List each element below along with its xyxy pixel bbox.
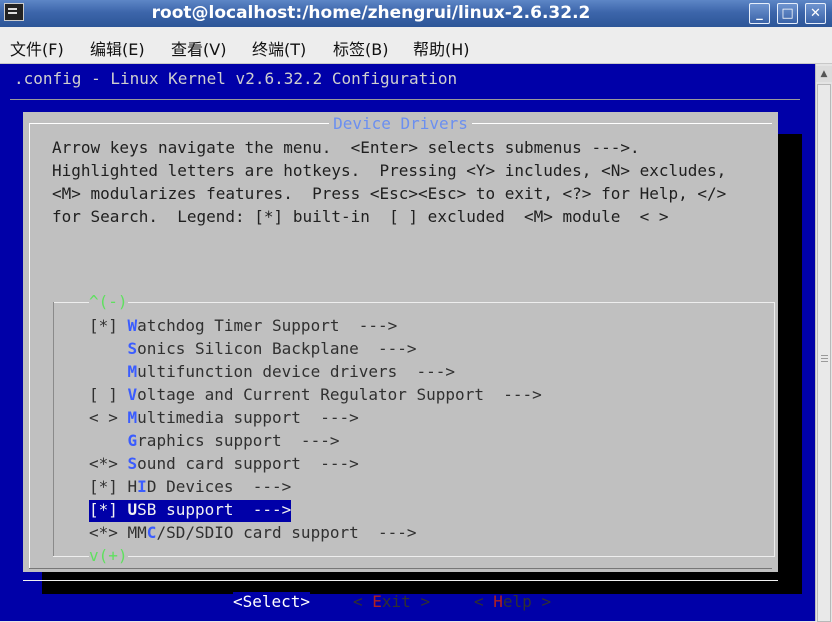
menu-box-border-bottom [53, 556, 775, 557]
menu-item-mmc-sd-sdio[interactable]: <*> MMC/SD/SDIO card support ---> [89, 523, 417, 545]
device-drivers-dialog: Device Drivers Arrow keys navigate the m… [23, 112, 778, 611]
menu-bar: 文件(F) 编辑(E) 查看(V) 终端(T) 标签(B) 帮助(H) [0, 27, 832, 64]
maximize-button[interactable]: □ [777, 3, 798, 24]
menu-view[interactable]: 查看(V) [171, 36, 226, 60]
button-separator [23, 580, 778, 581]
scroll-up-indicator: ^(-) [89, 292, 128, 311]
scroll-down-indicator: v(+) [89, 546, 128, 565]
menu-terminal[interactable]: 终端(T) [252, 36, 306, 60]
terminal-area[interactable]: .config - Linux Kernel v2.6.32.2 Configu… [0, 64, 815, 621]
header-rule [10, 99, 800, 100]
help-button[interactable]: < Help > [474, 592, 551, 611]
help-text-line-2: Highlighted letters are hotkeys. Pressin… [52, 161, 727, 180]
dialog-border-bottom [29, 568, 772, 569]
menu-item-multifunction[interactable]: Multifunction device drivers ---> [89, 362, 456, 384]
menu-item-watchdog[interactable]: [*] Watchdog Timer Support ---> [89, 316, 397, 338]
menu-item-graphics[interactable]: Graphics support ---> [89, 431, 340, 453]
menu-tabs[interactable]: 标签(B) [333, 36, 388, 60]
terminal-scrollbar[interactable]: ▲ [815, 64, 832, 622]
dialog-border-left [29, 123, 30, 568]
scrollbar-thumb[interactable] [817, 84, 831, 622]
help-text-line-3: <M> modularizes features. Press <Esc><Es… [52, 184, 727, 203]
title-bar[interactable]: root@localhost:/home/zhengrui/linux-2.6.… [0, 0, 832, 27]
menu-file[interactable]: 文件(F) [10, 36, 64, 60]
config-header: .config - Linux Kernel v2.6.32.2 Configu… [14, 69, 458, 88]
menu-box-border-left [53, 302, 54, 557]
menu-edit[interactable]: 编辑(E) [90, 36, 145, 60]
menu-item-multimedia[interactable]: < > Multimedia support ---> [89, 408, 359, 430]
select-button[interactable]: <Select> [233, 592, 311, 611]
menu-item-sound-card[interactable]: <*> Sound card support ---> [89, 454, 359, 476]
scrollbar-grip-icon [821, 355, 828, 356]
menu-box-border-top [53, 302, 775, 303]
window-title: root@localhost:/home/zhengrui/linux-2.6.… [151, 3, 591, 23]
menu-item-voltage-regulator[interactable]: [ ] Voltage and Current Regulator Suppor… [89, 385, 542, 407]
minimize-button[interactable]: _ [749, 3, 770, 24]
close-button[interactable]: ✕ [805, 3, 826, 24]
help-text-line-4: for Search. Legend: [*] built-in [ ] exc… [52, 207, 669, 226]
help-text-line-1: Arrow keys navigate the menu. <Enter> se… [52, 138, 640, 157]
menu-help[interactable]: 帮助(H) [413, 36, 470, 60]
menu-item-usb-support[interactable]: [*] USB support ---> [89, 500, 292, 522]
scroll-up-arrow-icon[interactable]: ▲ [816, 66, 832, 82]
dialog-title: Device Drivers [23, 114, 778, 133]
menu-item-sonics[interactable]: Sonics Silicon Backplane ---> [89, 339, 417, 361]
menu-item-hid-devices[interactable]: [*] HID Devices ---> [89, 477, 291, 499]
menu-box-border-right [774, 302, 775, 557]
exit-button[interactable]: < Exit > [353, 592, 430, 611]
